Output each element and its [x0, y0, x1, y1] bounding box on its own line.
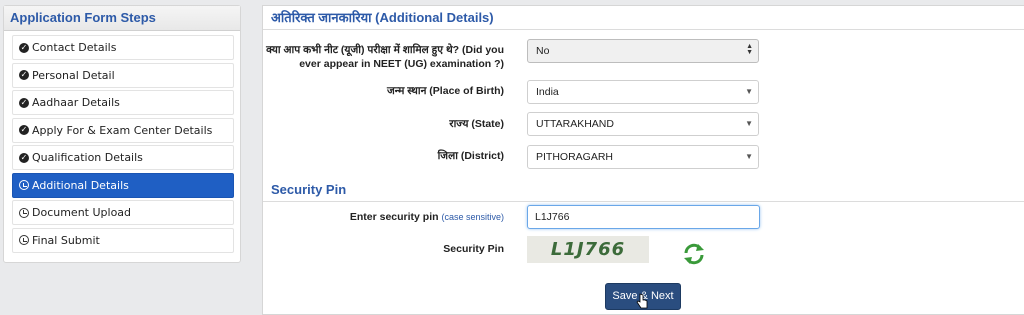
check-circle-icon: ✓ [19, 70, 29, 80]
clock-icon [19, 235, 29, 245]
additional-details-heading: अतिरिक्त जानकारिया (Additional Details) [263, 8, 1024, 30]
neet-question-label: क्या आप कभी नीट (यूजी) परीक्षा में शामिल… [264, 43, 504, 71]
step-label: Final Submit [32, 233, 100, 247]
security-pin-label: Security Pin [443, 243, 504, 255]
enter-security-pin-label: Enter security pin (case sensitive) [350, 211, 504, 223]
up-down-arrows-icon: ▲ ▼ [746, 43, 753, 56]
clock-icon [19, 207, 29, 218]
step-label: Additional Details [32, 178, 129, 192]
step-label: Personal Detail [32, 68, 115, 82]
security-pin-input[interactable]: L1J766 [527, 205, 760, 229]
chevron-down-icon: ▼ [745, 119, 753, 128]
step-additional-details[interactable]: Additional Details [12, 172, 234, 198]
step-personal-detail[interactable]: ✓ Personal Detail [12, 62, 234, 88]
step-label: Contact Details [32, 41, 117, 54]
place-of-birth-select[interactable]: India ▼ [527, 80, 759, 104]
step-apply-exam-center[interactable]: ✓ Apply For & Exam Center Details [12, 117, 234, 143]
district-select[interactable]: PITHORAGARH ▼ [527, 145, 759, 169]
sidebar-title: Application Form Steps [4, 6, 240, 31]
steps-list: ✓ Contact Details ✓ Personal Detail ✓ Aa… [4, 31, 240, 253]
hand-cursor-icon [636, 293, 648, 309]
step-label: Apply For & Exam Center Details [32, 123, 213, 137]
neet-label-line2: ever appear in NEET (UG) examination ?) [299, 58, 504, 70]
refresh-captcha-icon[interactable] [682, 242, 706, 266]
step-label: Qualification Details [32, 151, 143, 164]
place-of-birth-label: जन्म स्थान (Place of Birth) [386, 85, 504, 97]
neet-appeared-select[interactable]: No ▲ ▼ [527, 39, 759, 63]
clock-icon [19, 180, 29, 190]
check-circle-icon: ✓ [19, 42, 29, 53]
check-circle-icon: ✓ [19, 97, 29, 108]
check-circle-icon: ✓ [19, 152, 29, 163]
birth-select-value: India [536, 86, 559, 98]
step-final-submit[interactable]: Final Submit [12, 227, 234, 253]
step-document-upload[interactable]: Document Upload [12, 200, 234, 225]
step-aadhaar-details[interactable]: ✓ Aadhaar Details [12, 90, 234, 115]
captcha-image: L1J766 [527, 236, 649, 263]
check-circle-icon: ✓ [19, 125, 29, 135]
district-select-value: PITHORAGARH [536, 151, 614, 163]
additional-details-form: अतिरिक्त जानकारिया (Additional Details) … [262, 5, 1024, 315]
state-label: राज्य (State) [449, 118, 504, 130]
enter-pin-text: Enter security pin [349, 211, 439, 223]
step-qualification-details[interactable]: ✓ Qualification Details [12, 145, 234, 170]
neet-label-line1: क्या आप कभी नीट (यूजी) परीक्षा में शामिल… [266, 44, 504, 56]
step-label: Aadhaar Details [32, 96, 120, 109]
security-pin-heading: Security Pin [263, 179, 1024, 202]
step-contact-details[interactable]: ✓ Contact Details [12, 35, 234, 60]
case-sensitive-hint: (case sensitive) [441, 212, 504, 222]
district-label: जिला (District) [437, 150, 504, 162]
chevron-down-icon: ▼ [745, 87, 753, 96]
state-select[interactable]: UTTARAKHAND ▼ [527, 112, 759, 136]
steps-sidebar: Application Form Steps ✓ Contact Details… [3, 5, 241, 263]
neet-select-value: No [536, 45, 550, 57]
step-label: Document Upload [32, 206, 132, 219]
state-select-value: UTTARAKHAND [536, 118, 614, 130]
chevron-down-icon: ▼ [745, 152, 753, 161]
